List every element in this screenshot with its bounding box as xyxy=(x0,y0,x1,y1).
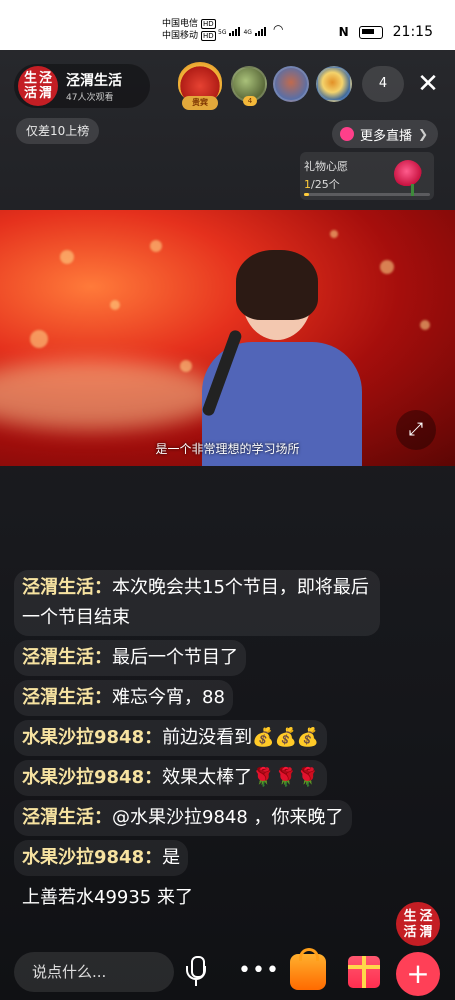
chat-nick[interactable]: 泾渭生活： xyxy=(22,647,112,668)
voice-input-icon[interactable] xyxy=(184,956,208,988)
shopping-bag-icon[interactable] xyxy=(290,948,326,990)
chat-text: 前边没看到💰💰💰 xyxy=(162,727,320,748)
rose-stem xyxy=(411,184,414,196)
nfc-icon: N xyxy=(338,25,349,39)
chat-message[interactable]: 水果沙拉9848：效果太棒了🌹🌹🌹 xyxy=(14,760,328,796)
chat-nick[interactable]: 泾渭生活： xyxy=(22,577,112,598)
chat-message[interactable]: 泾渭生活：难忘今宵，88 xyxy=(14,680,233,716)
live-video[interactable]: 是一个非常理想的学习场所 ⤢ xyxy=(0,210,455,466)
chat-message[interactable]: 水果沙拉9848：是 xyxy=(14,840,189,876)
logo-char: 生 xyxy=(403,908,417,924)
chat-text: 难忘今宵，88 xyxy=(112,687,225,708)
wish-progress-fill xyxy=(304,193,310,196)
wifi-icon: ◠ xyxy=(272,22,284,36)
chat-text: 是 xyxy=(162,847,181,868)
more-options-icon[interactable]: ••• xyxy=(238,958,280,983)
bokeh-light xyxy=(150,240,162,252)
hd-badge-1: HD xyxy=(201,19,216,29)
network-type-2: 4G xyxy=(243,29,252,36)
top-fan-badge[interactable]: 贵宾 xyxy=(176,62,224,114)
logo-char: 泾 xyxy=(419,908,433,924)
chat-nick[interactable]: 泾渭生活： xyxy=(22,807,112,828)
chat-text: 效果太棒了🌹🌹🌹 xyxy=(162,767,320,788)
logo-char: 活 xyxy=(403,924,417,940)
bokeh-light xyxy=(380,260,394,274)
rank-gap-badge[interactable]: 仅差10上榜 xyxy=(16,118,100,144)
chat-text: 最后一个节目了 xyxy=(112,647,238,668)
chat-nick[interactable]: 水果沙拉9848： xyxy=(22,847,162,868)
bokeh-light xyxy=(60,250,74,264)
more-live-label: 更多直播 xyxy=(360,128,413,144)
carrier-2: 中国移动 xyxy=(162,31,199,41)
online-viewer-count[interactable]: 4 xyxy=(362,66,404,102)
logo-char: 渭 xyxy=(419,924,433,940)
chat-list[interactable]: 泾渭生活：本次晚会共15个节目，即将最后一个节目结束 泾渭生活：最后一个节目了 … xyxy=(14,570,394,920)
gift-wish-card[interactable]: 礼物心愿 1/25个 xyxy=(300,152,434,200)
wish-title: 礼物心愿 xyxy=(304,160,348,173)
carrier-info: 中国电信 HD 中国移动 HD xyxy=(162,18,216,42)
wish-progress-text: 1/25个 xyxy=(304,176,340,192)
level-icon: 4 xyxy=(243,96,257,106)
logo-char: 生 xyxy=(23,71,37,86)
logo-char: 泾 xyxy=(38,71,52,86)
network-type-1: 5G xyxy=(218,29,227,36)
video-subtitle: 是一个非常理想的学习场所 xyxy=(155,442,300,456)
presenter-hair xyxy=(236,250,318,320)
wish-current: 1 xyxy=(304,178,311,191)
status-bar: 中国电信 HD 中国移动 HD 5G 4G ◠ N 21:15 xyxy=(0,0,455,50)
host-viewer-count: 47人次观看 xyxy=(66,93,114,103)
fullscreen-icon[interactable]: ⤢ xyxy=(396,410,436,450)
presenter xyxy=(198,250,368,466)
viewer-avatar[interactable]: 4 xyxy=(231,66,267,106)
wish-total: /25个 xyxy=(311,178,340,191)
more-live-button[interactable]: 更多直播 ❯ xyxy=(332,120,439,148)
hd-badge-2: HD xyxy=(201,31,216,41)
join-notice: 上善若水49935 来了 xyxy=(22,887,193,908)
bokeh-light xyxy=(30,330,48,348)
bokeh-light xyxy=(110,300,120,310)
gift-icon[interactable] xyxy=(348,956,380,988)
close-icon[interactable]: ✕ xyxy=(412,68,444,100)
viewer-avatar[interactable] xyxy=(273,66,309,102)
chat-message[interactable]: 泾渭生活：最后一个节目了 xyxy=(14,640,246,676)
carrier-1: 中国电信 xyxy=(162,19,199,29)
bokeh-light xyxy=(180,360,192,372)
chat-nick[interactable]: 水果沙拉9848： xyxy=(22,727,162,748)
live-room: 生 泾 活 渭 泾渭生活 47人次观看 贵宾 4 4 ✕ 仅差10上榜 更多直播… xyxy=(0,50,455,1000)
bottom-toolbar: 说点什么... ••• + xyxy=(0,944,455,1000)
chat-message[interactable]: 水果沙拉9848：前边没看到💰💰💰 xyxy=(14,720,328,756)
bokeh-light xyxy=(420,320,430,330)
chevron-right-icon: ❯ xyxy=(418,127,429,141)
chat-nick[interactable]: 水果沙拉9848： xyxy=(22,767,162,788)
chat-message[interactable]: 泾渭生活：@水果沙拉9848 ，你来晚了 xyxy=(14,800,352,836)
live-dot-icon xyxy=(340,127,354,141)
plus-button[interactable]: + xyxy=(396,952,440,996)
signal-icon: 5G 4G ◠ xyxy=(218,22,283,36)
comment-input[interactable]: 说点什么... xyxy=(14,952,174,992)
host-logo[interactable]: 生 泾 活 渭 xyxy=(18,66,58,106)
floating-host-logo[interactable]: 生 泾 活 渭 xyxy=(396,902,440,946)
bokeh-light xyxy=(330,230,338,238)
battery-icon xyxy=(358,25,383,39)
host-info-chip[interactable]: 生 泾 活 渭 泾渭生活 47人次观看 xyxy=(14,64,150,108)
chat-nick[interactable]: 泾渭生活： xyxy=(22,687,112,708)
viewer-avatar[interactable] xyxy=(316,66,352,102)
clock: 21:15 xyxy=(392,24,433,40)
chat-message[interactable]: 泾渭生活：本次晚会共15个节目，即将最后一个节目结束 xyxy=(14,570,380,636)
rose-icon xyxy=(394,160,422,188)
logo-char: 活 xyxy=(23,86,37,101)
rank-badge-label: 贵宾 xyxy=(182,96,218,110)
logo-char: 渭 xyxy=(38,86,52,101)
chat-text: @水果沙拉9848 ，你来晚了 xyxy=(112,807,344,828)
host-name: 泾渭生活 xyxy=(66,73,122,89)
